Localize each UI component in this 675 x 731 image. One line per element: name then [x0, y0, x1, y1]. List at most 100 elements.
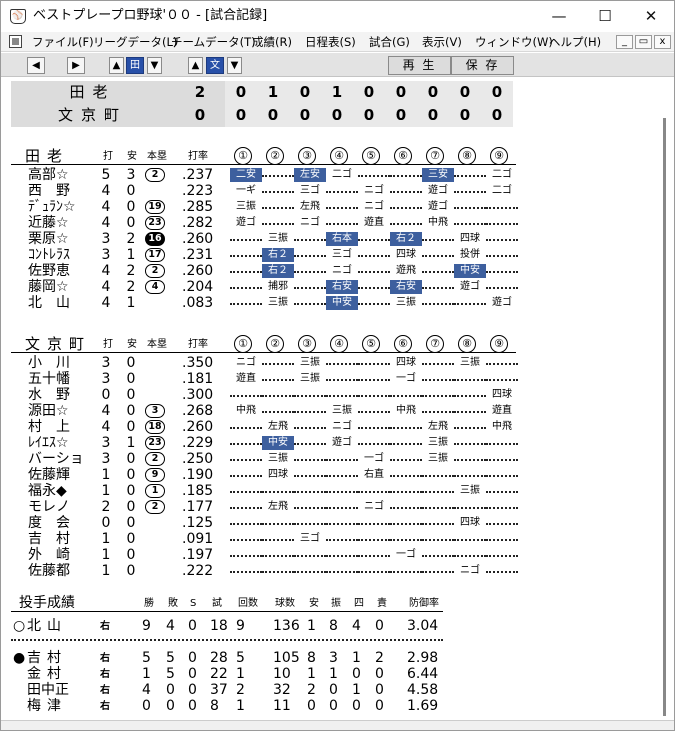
- document-window-icon[interactable]: [9, 35, 22, 48]
- at-bat-result[interactable]: 遊ゴ: [486, 296, 518, 310]
- at-bat-result[interactable]: ニゴ: [454, 564, 486, 578]
- at-bat-result[interactable]: 中安: [326, 296, 358, 310]
- at-bat-result[interactable]: 捕邪: [262, 280, 294, 294]
- at-bat-result[interactable]: 遊直: [358, 216, 390, 230]
- save-button[interactable]: 保 存: [451, 56, 514, 75]
- at-bat-result[interactable]: 左安: [294, 168, 326, 182]
- at-bat-result[interactable]: 二ゴ: [486, 168, 518, 182]
- at-bat-result[interactable]: 中飛: [230, 404, 262, 418]
- at-bat-result[interactable]: 右安: [326, 280, 358, 294]
- at-bat-result[interactable]: 三ゴ: [294, 532, 326, 546]
- at-bat-result[interactable]: 三ゴ: [294, 184, 326, 198]
- vertical-scrollbar[interactable]: [663, 118, 666, 716]
- at-bat-result[interactable]: 三振: [390, 296, 422, 310]
- batter-at-bats: 1: [101, 547, 111, 563]
- at-bat-result[interactable]: 三振: [294, 372, 326, 386]
- at-bat-result[interactable]: ニゴ: [358, 200, 390, 214]
- menu-view[interactable]: 表示(V): [422, 34, 462, 50]
- down-arrow-icon[interactable]: ▼: [147, 57, 162, 74]
- at-bat-result[interactable]: 三ゴ: [326, 248, 358, 262]
- at-bat-result[interactable]: 四球: [454, 232, 486, 246]
- at-bat-result[interactable]: 右２: [262, 264, 294, 278]
- at-bat-result[interactable]: 一ゴ: [390, 372, 422, 386]
- menu-window[interactable]: ウィンドウ(W): [475, 34, 553, 50]
- at-bat-result[interactable]: 三安: [422, 168, 454, 182]
- at-bat-result[interactable]: ニゴ: [326, 420, 358, 434]
- at-bat-result[interactable]: 中飛: [486, 420, 518, 434]
- mdi-minimize-button[interactable]: _: [616, 35, 633, 49]
- at-bat-result[interactable]: 三振: [326, 404, 358, 418]
- menu-team-data[interactable]: チームデータ(T): [171, 34, 256, 50]
- at-bat-result[interactable]: 右２: [262, 248, 294, 262]
- dotted-line: [294, 271, 326, 273]
- mdi-restore-button[interactable]: ▭: [635, 35, 652, 49]
- at-bat-result[interactable]: 四球: [390, 356, 422, 370]
- at-bat-result[interactable]: 遊ゴ: [422, 200, 454, 214]
- down-arrow-icon[interactable]: ▼: [227, 57, 242, 74]
- at-bat-result[interactable]: 遊ゴ: [326, 436, 358, 450]
- team2-button[interactable]: 文: [206, 57, 224, 74]
- at-bat-result[interactable]: 遊ゴ: [230, 216, 262, 230]
- at-bat-result[interactable]: 右安: [390, 280, 422, 294]
- prev-arrow-icon[interactable]: ◀: [27, 57, 45, 74]
- at-bat-result[interactable]: 右直: [358, 468, 390, 482]
- at-bat-result[interactable]: ニゴ: [230, 356, 262, 370]
- at-bat-result[interactable]: 三振: [294, 356, 326, 370]
- at-bat-result[interactable]: 中飛: [422, 216, 454, 230]
- next-arrow-icon[interactable]: ▶: [67, 57, 85, 74]
- at-bat-result[interactable]: 中安: [454, 264, 486, 278]
- team1-button[interactable]: 田: [126, 57, 144, 74]
- at-bat-result[interactable]: 二安: [230, 168, 262, 182]
- at-bat-result[interactable]: 三振: [262, 296, 294, 310]
- at-bat-result[interactable]: 三振: [454, 356, 486, 370]
- menu-file[interactable]: ファイル(F): [32, 34, 94, 50]
- at-bat-result[interactable]: ニゴ: [358, 500, 390, 514]
- at-bat-result[interactable]: 左飛: [294, 200, 326, 214]
- menu-help[interactable]: ヘルプ(H): [549, 34, 601, 50]
- maximize-button[interactable]: ☐: [582, 1, 628, 32]
- at-bat-result[interactable]: 三振: [230, 200, 262, 214]
- up-arrow-icon[interactable]: ▲: [188, 57, 203, 74]
- minimize-button[interactable]: —: [536, 1, 582, 32]
- at-bat-result[interactable]: 二ゴ: [486, 184, 518, 198]
- at-bat-result[interactable]: ニゴ: [358, 184, 390, 198]
- up-arrow-icon[interactable]: ▲: [109, 57, 124, 74]
- at-bat-result[interactable]: 右２: [390, 232, 422, 246]
- at-bat-result[interactable]: 三振: [262, 232, 294, 246]
- at-bat-result[interactable]: 左飛: [262, 500, 294, 514]
- at-bat-result[interactable]: 遊直: [230, 372, 262, 386]
- at-bat-result[interactable]: 遊飛: [390, 264, 422, 278]
- menu-schedule[interactable]: 日程表(S): [305, 34, 356, 50]
- play-button[interactable]: 再 生: [388, 56, 451, 75]
- at-bat-result[interactable]: 四球: [486, 388, 518, 402]
- at-bat-result[interactable]: 三振: [454, 484, 486, 498]
- at-bat-result[interactable]: 一ゴ: [390, 548, 422, 562]
- at-bat-result[interactable]: 遊ゴ: [422, 184, 454, 198]
- at-bat-result[interactable]: 中安: [262, 436, 294, 450]
- at-bat-result[interactable]: 四球: [390, 248, 422, 262]
- at-bat-result[interactable]: 一ゴ: [358, 452, 390, 466]
- menu-league-data[interactable]: リーグデータ(L): [93, 34, 177, 50]
- close-button[interactable]: ✕: [628, 1, 674, 32]
- at-bat-result[interactable]: 三振: [262, 452, 294, 466]
- at-bat-result[interactable]: 中飛: [390, 404, 422, 418]
- at-bat-result[interactable]: 二ゴ: [326, 168, 358, 182]
- at-bat-result[interactable]: 遊直: [486, 404, 518, 418]
- at-bat-result[interactable]: 左飛: [262, 420, 294, 434]
- menu-game[interactable]: 試合(G): [369, 34, 410, 50]
- at-bat-result[interactable]: ニゴ: [294, 216, 326, 230]
- at-bat-result[interactable]: 遊ゴ: [454, 280, 486, 294]
- at-bat-result[interactable]: ニゴ: [326, 264, 358, 278]
- at-bat-results: 捕邪 右安 右安 遊ゴ: [230, 279, 518, 295]
- inning-cell: [422, 467, 454, 483]
- at-bat-result[interactable]: 投併: [454, 248, 486, 262]
- at-bat-result[interactable]: 三振: [422, 452, 454, 466]
- at-bat-result[interactable]: 四球: [262, 468, 294, 482]
- at-bat-result[interactable]: 三振: [422, 436, 454, 450]
- at-bat-result[interactable]: 四球: [454, 516, 486, 530]
- at-bat-result[interactable]: 左飛: [422, 420, 454, 434]
- mdi-close-button[interactable]: x: [654, 35, 671, 49]
- at-bat-result[interactable]: 右本: [326, 232, 358, 246]
- at-bat-result[interactable]: 一ギ: [230, 184, 262, 198]
- menu-records[interactable]: 成績(R): [252, 34, 292, 50]
